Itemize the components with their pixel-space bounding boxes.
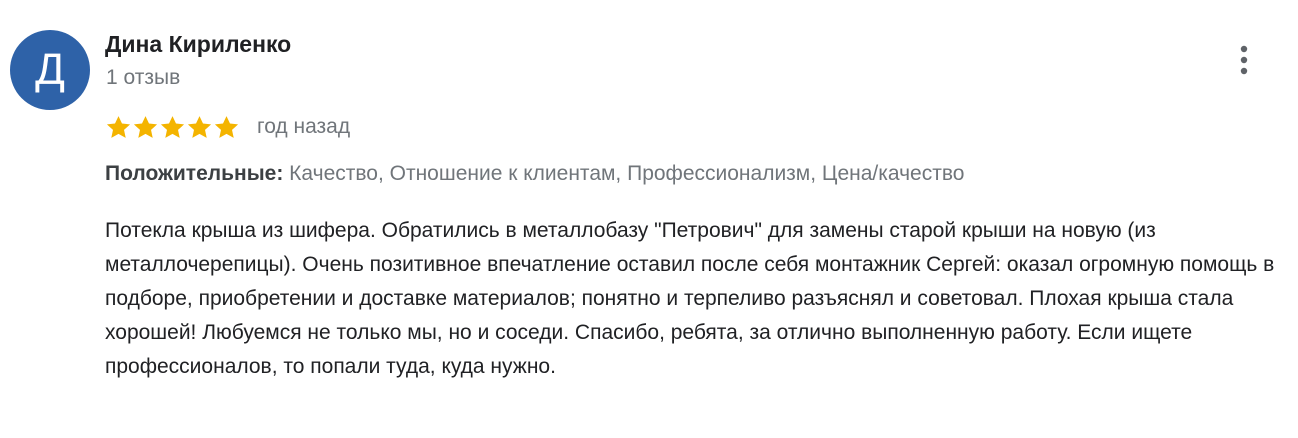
author-name[interactable]: Дина Кириленко (105, 30, 291, 58)
review-highlights: Положительные: Качество, Отношение к кли… (105, 159, 964, 189)
review-text: Потекла крыша из шифера. Обратились в ме… (105, 219, 1275, 378)
star-icon (106, 116, 131, 138)
author-review-count: 1 отзыв (106, 66, 181, 89)
review-date: год назад (257, 115, 351, 138)
more-vertical-icon (1240, 45, 1248, 75)
star-icon (133, 116, 158, 138)
review-card: Д Дина Кириленко 1 отзыв год назад Полож… (0, 0, 1298, 438)
avatar[interactable]: Д (10, 30, 90, 110)
more-options-button[interactable] (1224, 40, 1264, 80)
star-icon (187, 116, 212, 138)
star-rating (105, 114, 240, 140)
rating-row: год назад (105, 112, 350, 142)
highlights-label: Положительные: (105, 162, 284, 185)
star-icon (214, 116, 239, 138)
star-icon (160, 116, 185, 138)
highlights-values: Качество, Отношение к клиентам, Професси… (289, 162, 965, 185)
